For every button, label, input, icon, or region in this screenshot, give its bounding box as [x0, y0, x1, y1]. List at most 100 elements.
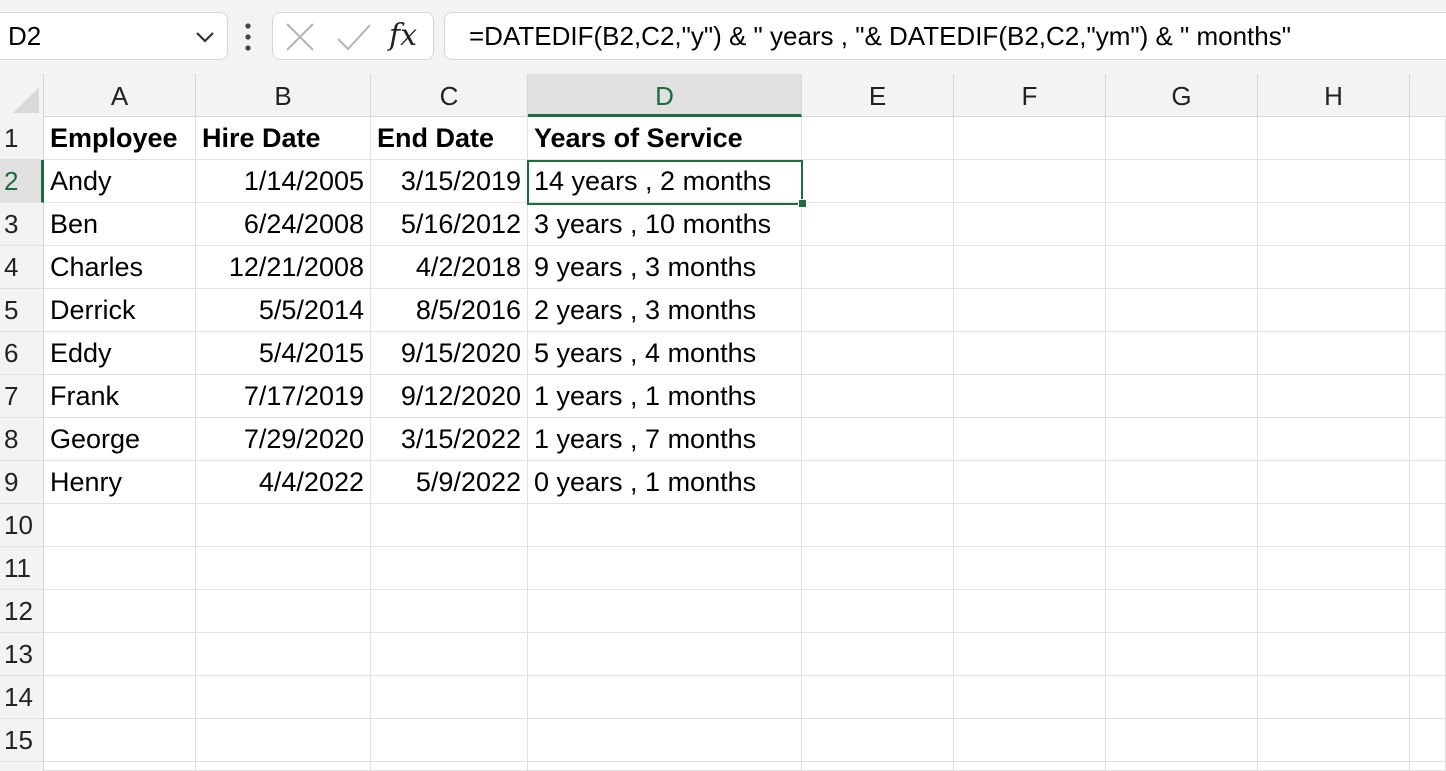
cell-e11[interactable] [802, 547, 954, 590]
cell-d6[interactable]: 5 years , 4 months [528, 332, 802, 375]
cell-i8[interactable] [1410, 418, 1446, 461]
cell-g3[interactable] [1106, 203, 1258, 246]
row-header-4[interactable]: 4 [0, 246, 44, 289]
cell-a13[interactable] [44, 633, 196, 676]
cell-h15[interactable] [1258, 719, 1410, 762]
cell-e10[interactable] [802, 504, 954, 547]
cell-e1[interactable] [802, 117, 954, 160]
row-header-3[interactable]: 3 [0, 203, 44, 246]
name-box-value[interactable]: D2 [8, 21, 41, 51]
header-cell-c[interactable]: End Date [371, 117, 528, 160]
cell-c2[interactable]: 3/15/2019 [371, 160, 528, 203]
cell-h2[interactable] [1258, 160, 1410, 203]
cell-c3[interactable]: 5/16/2012 [371, 203, 528, 246]
header-cell-a[interactable]: Employee [44, 117, 196, 160]
cell-f15[interactable] [954, 719, 1106, 762]
cell-g7[interactable] [1106, 375, 1258, 418]
header-cell-d[interactable]: Years of Service [528, 117, 802, 160]
cell-a10[interactable] [44, 504, 196, 547]
cell-i7[interactable] [1410, 375, 1446, 418]
cell-f13[interactable] [954, 633, 1106, 676]
row-header-12[interactable]: 12 [0, 590, 44, 633]
cell-g11[interactable] [1106, 547, 1258, 590]
cell-b14[interactable] [196, 676, 371, 719]
cell-d13[interactable] [528, 633, 802, 676]
cell-c13[interactable] [371, 633, 528, 676]
cell-e6[interactable] [802, 332, 954, 375]
cell-c14[interactable] [371, 676, 528, 719]
cell-b5[interactable]: 5/5/2014 [196, 289, 371, 332]
cell-h3[interactable] [1258, 203, 1410, 246]
cell-d3[interactable]: 3 years , 10 months [528, 203, 802, 246]
cell-d15[interactable] [528, 719, 802, 762]
cell-f1[interactable] [954, 117, 1106, 160]
cell-h1[interactable] [1258, 117, 1410, 160]
cell-g16[interactable] [1106, 762, 1258, 771]
cell-d4[interactable]: 9 years , 3 months [528, 246, 802, 289]
cell-b11[interactable] [196, 547, 371, 590]
cell-g1[interactable] [1106, 117, 1258, 160]
cell-i1[interactable] [1410, 117, 1446, 160]
cell-b2[interactable]: 1/14/2005 [196, 160, 371, 203]
cell-h4[interactable] [1258, 246, 1410, 289]
cell-e2[interactable] [802, 160, 954, 203]
cell-c12[interactable] [371, 590, 528, 633]
row-header-9[interactable]: 9 [0, 461, 44, 504]
cell-b12[interactable] [196, 590, 371, 633]
cell-g12[interactable] [1106, 590, 1258, 633]
cell-e14[interactable] [802, 676, 954, 719]
cell-g14[interactable] [1106, 676, 1258, 719]
cell-h13[interactable] [1258, 633, 1410, 676]
cell-e12[interactable] [802, 590, 954, 633]
cell-a11[interactable] [44, 547, 196, 590]
cell-a7[interactable]: Frank [44, 375, 196, 418]
cell-b8[interactable]: 7/29/2020 [196, 418, 371, 461]
cell-a5[interactable]: Derrick [44, 289, 196, 332]
cell-h6[interactable] [1258, 332, 1410, 375]
cell-e7[interactable] [802, 375, 954, 418]
cell-h5[interactable] [1258, 289, 1410, 332]
row-header-11[interactable]: 11 [0, 547, 44, 590]
cell-i11[interactable] [1410, 547, 1446, 590]
row-header-6[interactable]: 6 [0, 332, 44, 375]
column-header-b[interactable]: B [196, 74, 371, 117]
row-header-5[interactable]: 5 [0, 289, 44, 332]
cell-c5[interactable]: 8/5/2016 [371, 289, 528, 332]
cell-b15[interactable] [196, 719, 371, 762]
cell-e13[interactable] [802, 633, 954, 676]
row-header-2[interactable]: 2 [0, 160, 44, 203]
cell-i13[interactable] [1410, 633, 1446, 676]
cell-e5[interactable] [802, 289, 954, 332]
cell-f11[interactable] [954, 547, 1106, 590]
cell-i4[interactable] [1410, 246, 1446, 289]
cell-f2[interactable] [954, 160, 1106, 203]
cell-i2[interactable] [1410, 160, 1446, 203]
cell-d14[interactable] [528, 676, 802, 719]
cell-i16[interactable] [1410, 762, 1446, 771]
row-header-7[interactable]: 7 [0, 375, 44, 418]
cell-c9[interactable]: 5/9/2022 [371, 461, 528, 504]
cell-b13[interactable] [196, 633, 371, 676]
cell-f10[interactable] [954, 504, 1106, 547]
cell-a3[interactable]: Ben [44, 203, 196, 246]
cell-h11[interactable] [1258, 547, 1410, 590]
cell-a4[interactable]: Charles [44, 246, 196, 289]
cell-f3[interactable] [954, 203, 1106, 246]
row-header-15[interactable]: 15 [0, 719, 44, 762]
cell-b9[interactable]: 4/4/2022 [196, 461, 371, 504]
header-cell-b[interactable]: Hire Date [196, 117, 371, 160]
row-header-13[interactable]: 13 [0, 633, 44, 676]
formula-text[interactable]: =DATEDIF(B2,C2,"y") & " years , "& DATED… [469, 21, 1291, 51]
cell-a8[interactable]: George [44, 418, 196, 461]
cell-d5[interactable]: 2 years , 3 months [528, 289, 802, 332]
cell-h9[interactable] [1258, 461, 1410, 504]
cell-b16[interactable] [196, 762, 371, 771]
cell-i3[interactable] [1410, 203, 1446, 246]
cell-h16[interactable] [1258, 762, 1410, 771]
close-icon[interactable] [283, 21, 317, 53]
cell-c11[interactable] [371, 547, 528, 590]
cell-h14[interactable] [1258, 676, 1410, 719]
column-header-h[interactable]: H [1258, 74, 1410, 117]
row-header-1[interactable]: 1 [0, 117, 44, 160]
cell-f12[interactable] [954, 590, 1106, 633]
